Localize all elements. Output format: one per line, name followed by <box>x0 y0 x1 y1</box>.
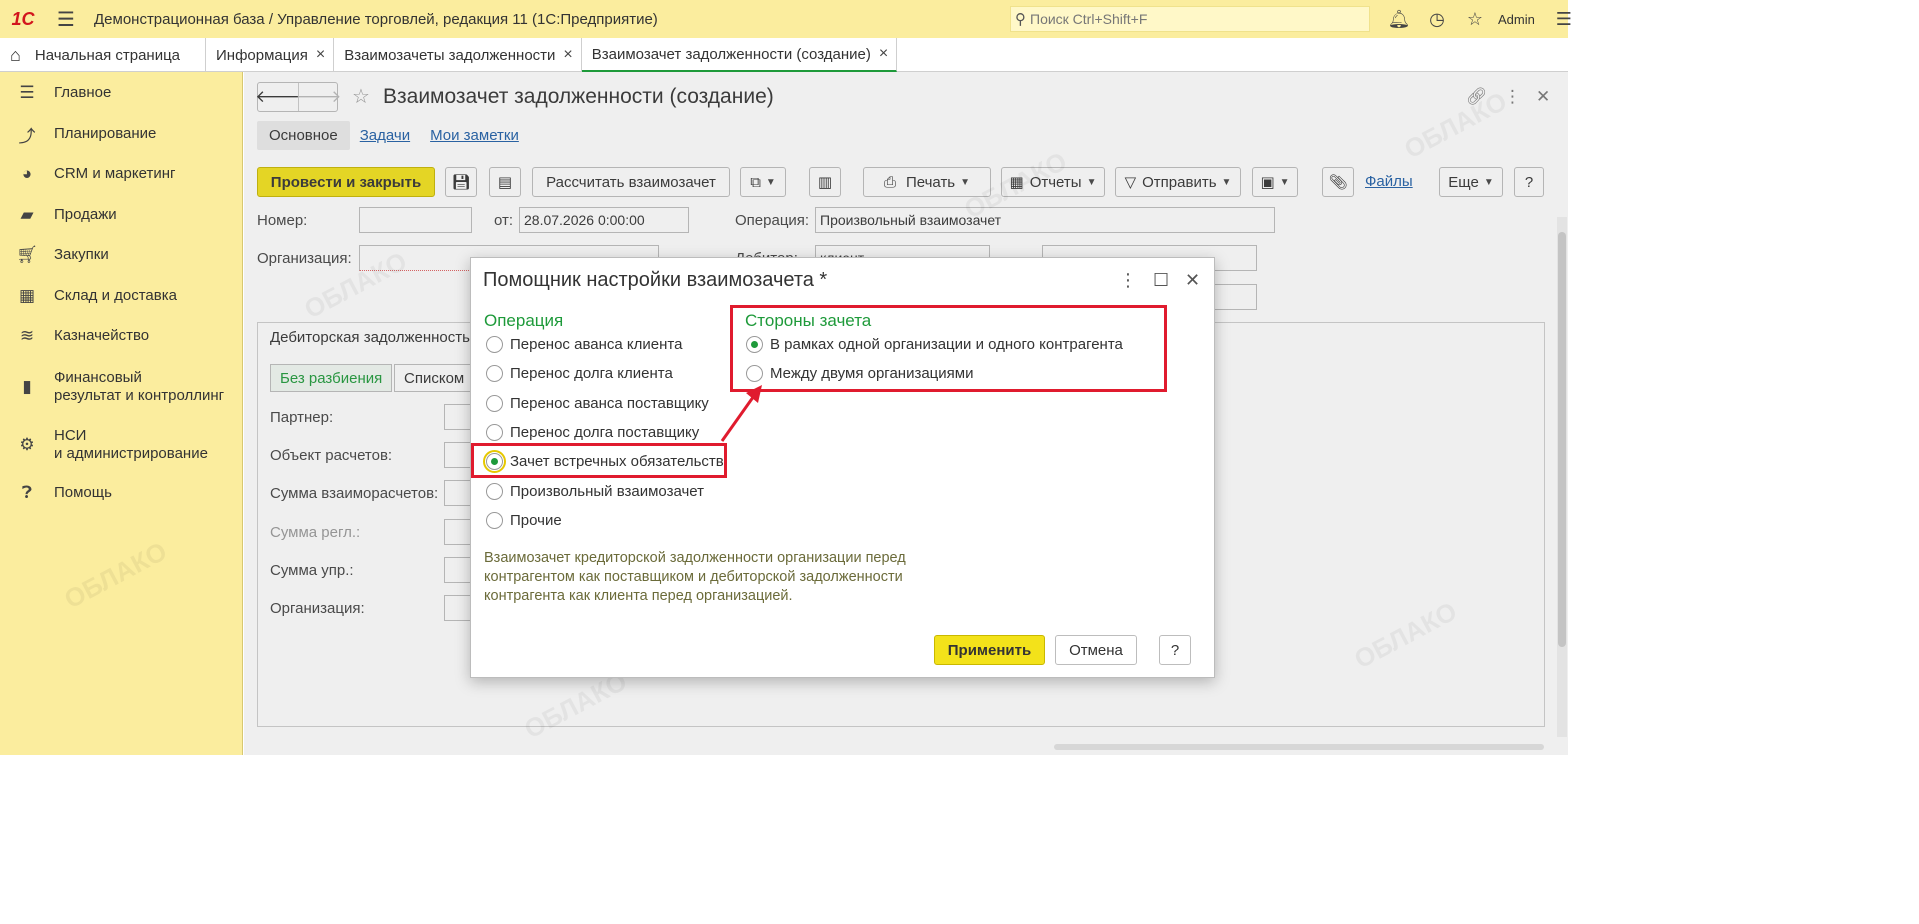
search-placeholder: Поиск Ctrl+Shift+F <box>1030 11 1148 27</box>
favorites-star-icon[interactable]: ☆ <box>1456 9 1494 30</box>
radio-debt-client[interactable]: Перенос долга клиента <box>486 365 673 382</box>
help-icon: ❓︎ <box>21 483 33 502</box>
sidebar-item-warehouse[interactable]: ▦ Склад и доставка <box>0 285 243 307</box>
close-icon[interactable]: × <box>879 45 888 63</box>
radio-button[interactable] <box>486 365 503 382</box>
menu-icon: ☰ <box>19 83 35 102</box>
radio-arbitrary-offset[interactable]: Произвольный взаимозачет <box>486 483 704 500</box>
highlight-box-operation <box>471 443 727 478</box>
radio-debt-supplier[interactable]: Перенос долга поставщику <box>486 424 699 441</box>
tab-info[interactable]: Информация × <box>206 38 335 72</box>
search-icon: ⚲ <box>1015 11 1026 28</box>
radio-button[interactable] <box>486 512 503 529</box>
sidebar-item-treasury[interactable]: ≋ Казначейство <box>0 325 243 347</box>
radio-other[interactable]: Прочие <box>486 512 562 529</box>
annotation-arrow <box>720 385 762 442</box>
radio-advance-client[interactable]: Перенос аванса клиента <box>486 336 682 353</box>
radio-button[interactable] <box>486 424 503 441</box>
gear-icon: ⚙ <box>19 435 35 454</box>
app-logo: 1С <box>11 8 35 29</box>
cart-icon: 🛒︎ <box>16 245 38 264</box>
sidebar-item-help[interactable]: ❓︎ Помощь <box>0 482 243 504</box>
sidebar-item-planning[interactable]: ⤴ Планирование <box>0 123 243 146</box>
open-tabs-bar: ⌂ Начальная страница Информация × Взаимо… <box>0 38 1568 72</box>
home-icon: ⌂ <box>10 44 21 65</box>
close-icon[interactable]: × <box>316 46 325 64</box>
bell-icon[interactable]: 🔔︎ <box>1380 9 1418 30</box>
tab-label: Информация <box>216 46 308 64</box>
app-title: Демонстрационная база / Управление торго… <box>94 10 658 28</box>
radio-advance-supplier[interactable]: Перенос аванса поставщику <box>486 395 709 412</box>
warehouse-icon: ▦ <box>18 286 36 305</box>
close-icon[interactable]: ✕ <box>1185 270 1200 291</box>
coins-icon: ≋ <box>19 326 35 345</box>
radio-button[interactable] <box>486 336 503 353</box>
help-button[interactable]: ? <box>1159 635 1191 665</box>
cancel-button[interactable]: Отмена <box>1055 635 1137 665</box>
settings-menu-icon[interactable]: ☰ <box>1545 9 1583 30</box>
tab-label: Взаимозачет задолженности (создание) <box>591 45 871 63</box>
highlight-box-sides <box>730 305 1167 392</box>
sidebar-item-sales[interactable]: ▰ Продажи <box>0 204 243 226</box>
operation-description: Взаимозачет кредиторской задолженности о… <box>484 550 906 604</box>
tab-offset-create[interactable]: Взаимозачет задолженности (создание) × <box>581 38 898 72</box>
pie-chart-icon: ◕ <box>21 164 33 183</box>
close-icon[interactable]: × <box>563 46 572 64</box>
bag-icon: ▰ <box>20 205 34 224</box>
tab-label: Взаимозачеты задолженности <box>344 46 556 64</box>
radio-button[interactable] <box>486 395 503 412</box>
top-bar: 1С ☰ Демонстрационная база / Управление … <box>0 0 1572 38</box>
sidebar-item-purchases[interactable]: 🛒︎ Закупки <box>0 244 243 266</box>
sidebar-item-crm[interactable]: ◕ CRM и маркетинг <box>0 163 243 185</box>
planning-icon: ⤴ <box>18 126 36 146</box>
user-name[interactable]: Admin <box>1498 12 1535 27</box>
maximize-icon[interactable]: ☐ <box>1153 270 1169 291</box>
more-vertical-icon[interactable]: ⋮ <box>1119 270 1137 291</box>
sidebar-item-main[interactable]: ☰ Главное <box>0 82 243 104</box>
top-icons: 🔔︎ ◷ ☆ Admin ☰ <box>1380 0 1583 38</box>
sidebar-item-nsi[interactable]: ⚙ НСИ и администрирование <box>0 425 243 465</box>
bar-chart-icon: ▮ <box>22 377 32 396</box>
search-input[interactable]: ⚲ Поиск Ctrl+Shift+F <box>1010 6 1370 32</box>
main-menu-icon[interactable]: ☰ <box>46 0 86 38</box>
operation-section-title: Операция <box>484 311 564 330</box>
tab-label: Начальная страница <box>34 46 181 64</box>
sidebar: ☰ Главное ⤴ Планирование ◕ CRM и маркети… <box>0 72 243 755</box>
sidebar-item-finance[interactable]: ▮ Финансовый результат и контроллинг <box>0 367 243 407</box>
tab-offsets-list[interactable]: Взаимозачеты задолженности × <box>334 38 582 72</box>
radio-button[interactable] <box>486 483 503 500</box>
dialog-title: Помощник настройки взаимозачета * <box>483 269 828 291</box>
history-icon[interactable]: ◷ <box>1418 9 1456 30</box>
tab-home[interactable]: ⌂ Начальная страница <box>0 38 206 72</box>
apply-button[interactable]: Применить <box>934 635 1045 665</box>
